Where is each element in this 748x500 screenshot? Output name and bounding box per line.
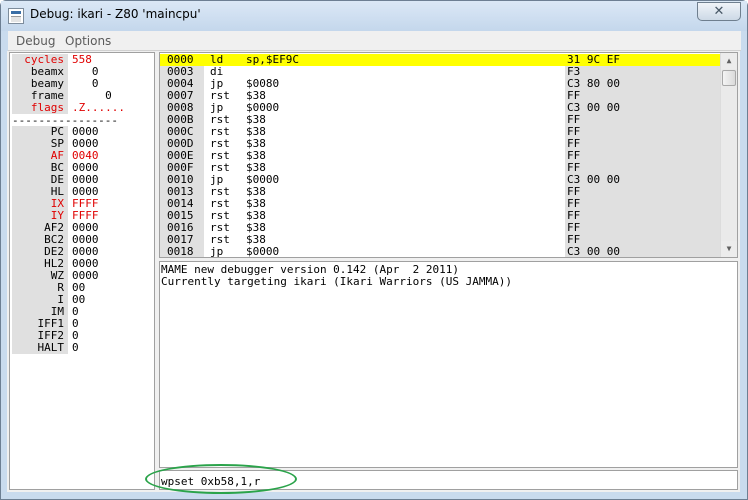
disassembly-row[interactable]: 0016 rst $38 FF [160,222,721,234]
register-row-im: IM 0 [10,306,154,318]
register-row-iff2: IFF2 0 [10,330,154,342]
menu-debug[interactable]: Debug [16,34,55,48]
disassembly-row[interactable]: 0010 jp $0000 C3 00 00 [160,174,721,186]
disassembly-row[interactable]: 000C rst $38 FF [160,126,721,138]
disassembly-panel[interactable]: 0000 ld sp,$EF9C 31 9C EF 0003 di F3 0004 jp $008… [159,52,738,258]
disassembly-scrollbar[interactable]: ▲ ▼ [720,53,737,257]
disassembly-row[interactable]: 0015 rst $38 FF [160,210,721,222]
disassembly-row[interactable]: 0004 jp $0080 C3 80 00 [160,78,721,90]
disassembly-current-row[interactable]: 0000 ld sp,$EF9C 31 9C EF [160,54,721,66]
title-bar[interactable]: Debug: ikari - Z80 'maincpu' ✕ [1,1,747,31]
disassembly-bytes: FF [565,186,721,198]
disassembly-operand: $0000 [246,245,280,258]
menu-options[interactable]: Options [65,34,111,48]
register-row-flags: flags .Z...... [10,102,154,114]
disassembly-bytes: C3 00 00 [565,102,721,114]
register-row-halt: HALT 0 [10,342,154,354]
disassembly-bytes: FF [565,210,721,222]
disassembly-row[interactable]: 0014 rst $38 FF [160,198,721,210]
annotation-ellipse [145,464,297,494]
disassembly-bytes: FF [565,222,721,234]
scrollbar-thumb[interactable] [722,70,736,86]
disassembly-row[interactable]: 0007 rst $38 FF [160,90,721,102]
debugger-client-area: cycles 558 beamx 0 beamy 0 frame 0 flags .Z...… [7,51,740,492]
disassembly-bytes: FF [565,198,721,210]
console-output: MAME new debugger version 0.142 (Apr 2 2… [159,261,738,468]
register-row-i: I 00 [10,294,154,306]
window-title: Debug: ikari - Z80 'maincpu' [30,7,201,21]
registers-panel[interactable]: cycles 558 beamx 0 beamy 0 frame 0 flags .Z...… [9,52,155,490]
register-name: HALT [12,342,68,354]
scroll-down-icon[interactable]: ▼ [721,241,737,257]
disassembly-bytes: FF [565,150,721,162]
disassembly-row[interactable]: 0018 jp $0000 C3 00 00 [160,245,721,258]
disassembly-bytes: FF [565,114,721,126]
disassembly-operand: sp,$EF9C [246,53,299,66]
disassembly-mnemonic: jp [210,245,224,258]
disassembly-bytes: 31 9C EF [565,54,721,66]
disassembly-row[interactable]: 0017 rst $38 FF [160,234,721,246]
disassembly-bytes: C3 00 00 [565,246,721,257]
register-row-iff1: IFF1 0 [10,318,154,330]
scroll-up-icon[interactable]: ▲ [721,53,737,69]
disassembly-row[interactable]: 0008 jp $0000 C3 00 00 [160,102,721,114]
disassembly-row[interactable]: 0003 di F3 [160,66,721,78]
disassembly-address: 0018 [160,246,204,257]
debugger-app-icon [8,8,24,24]
register-name: flags [12,102,68,114]
register-value: .Z...... [72,101,125,114]
close-button[interactable]: ✕ [697,2,741,21]
console-line: Currently targeting ikari (Ikari Warrior… [161,275,512,288]
disassembly-row[interactable]: 000D rst $38 FF [160,138,721,150]
disassembly-bytes: C3 00 00 [565,174,721,186]
disassembly-row[interactable]: 000B rst $38 FF [160,114,721,126]
disassembly-bytes: C3 80 00 [565,78,721,90]
disassembly-bytes: FF [565,138,721,150]
disassembly-row[interactable]: 000F rst $38 FF [160,162,721,174]
disassembly-bytes: FF [565,126,721,138]
menu-bar: Debug Options [8,31,741,51]
register-value: 0 [72,341,79,354]
disassembly-row[interactable]: 000E rst $38 FF [160,150,721,162]
disassembly-row[interactable]: 0013 rst $38 FF [160,186,721,198]
